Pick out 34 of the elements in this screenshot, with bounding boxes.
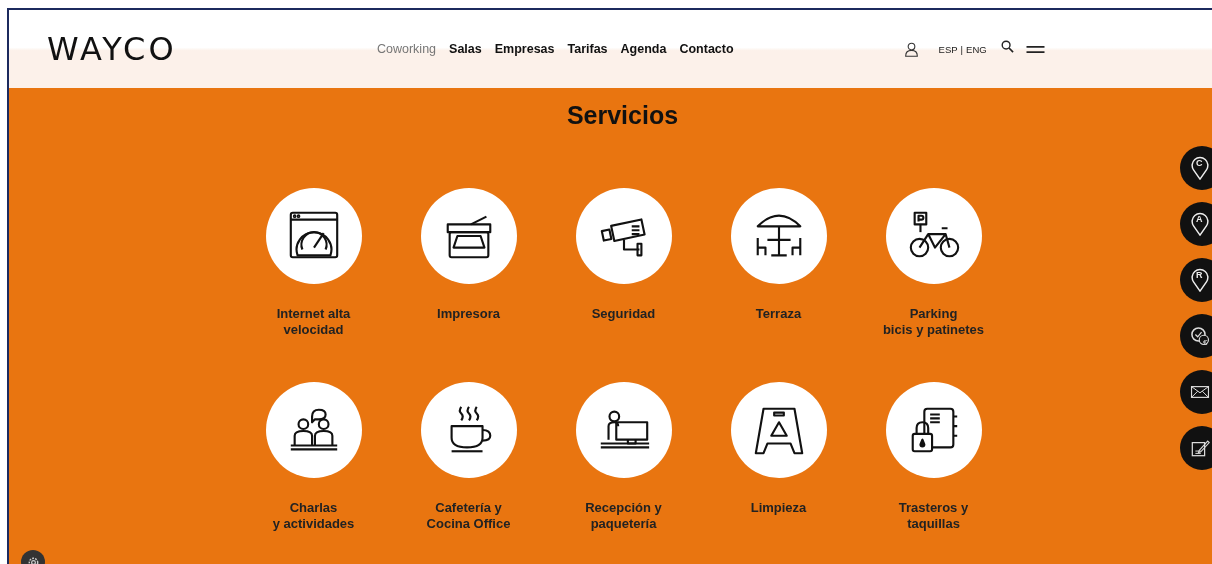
service-label: Recepción y paquetería xyxy=(585,500,662,533)
service-label: Parking bicis y patinetes xyxy=(882,306,985,339)
menu-icon[interactable] xyxy=(1025,44,1045,54)
search-icon[interactable] xyxy=(1000,39,1014,53)
service-label: Impresora xyxy=(437,306,500,323)
pin-icon xyxy=(1190,268,1210,292)
service-label: Seguridad xyxy=(591,306,656,323)
clock-icon xyxy=(1190,324,1210,348)
location-button[interactable]: R xyxy=(1180,258,1212,302)
pin-icon xyxy=(1190,212,1210,236)
nav-link[interactable]: Contacto xyxy=(679,42,734,56)
section-title: Servicios xyxy=(565,101,680,130)
service-label: Charlas y actividades xyxy=(272,500,355,533)
nav-link[interactable]: Salas xyxy=(449,42,482,56)
nav-link[interactable]: Agenda xyxy=(620,42,667,56)
email-button[interactable] xyxy=(1180,370,1212,414)
nav-link[interactable]: Coworking xyxy=(377,42,437,56)
language-link[interactable]: ENG xyxy=(966,43,987,55)
language-separator: | xyxy=(960,43,964,55)
nav-link[interactable]: Tarifas xyxy=(567,42,608,56)
service-label: Terraza xyxy=(755,306,802,323)
language-link[interactable]: ESP xyxy=(938,43,958,55)
location-button[interactable]: A xyxy=(1180,202,1212,246)
service-label: Internet alta velocidad xyxy=(276,306,351,339)
nav-link[interactable]: Empresas xyxy=(494,42,555,56)
pin-icon xyxy=(1190,156,1210,180)
service-label: Cafetería y Cocina Office xyxy=(426,500,511,533)
logo[interactable]: WAYCO xyxy=(47,30,377,68)
location-button[interactable]: C xyxy=(1180,146,1212,190)
user-icon[interactable] xyxy=(903,40,919,58)
service-label: Trasteros y taquillas xyxy=(898,500,969,533)
form-button[interactable] xyxy=(1180,426,1212,470)
service-label: Limpieza xyxy=(750,500,807,517)
schedule-button[interactable]: € xyxy=(1180,314,1212,358)
